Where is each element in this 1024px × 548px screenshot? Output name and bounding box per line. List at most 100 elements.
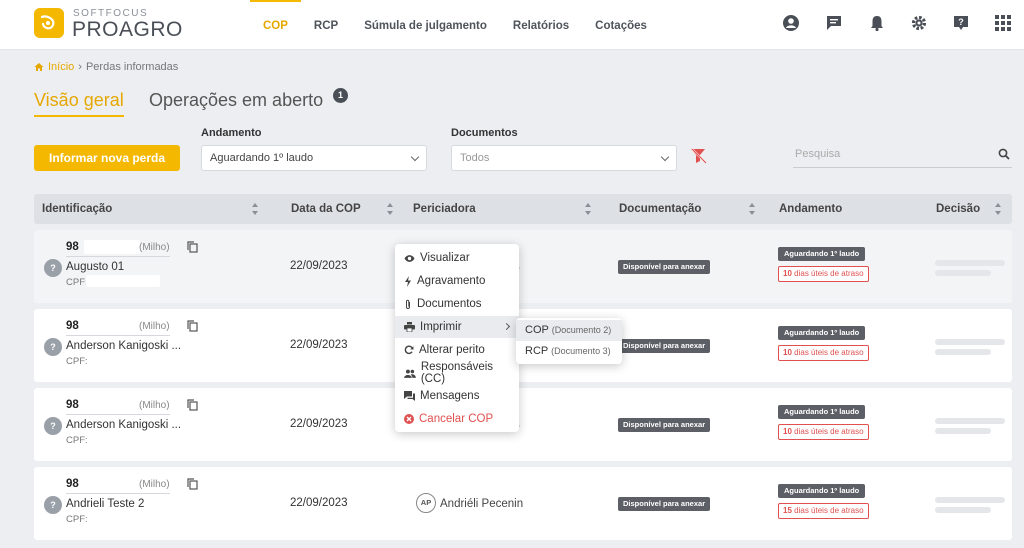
submenu-detail: (Documento 2) xyxy=(551,325,612,335)
row-cpf: CPF: xyxy=(66,277,88,288)
breadcrumb-separator: › xyxy=(78,61,82,73)
doc-status-badge: Disponível para anexar xyxy=(618,260,711,274)
user-circle-icon[interactable] xyxy=(780,12,802,34)
submenu-detail: (Documento 3) xyxy=(551,346,611,356)
menu-item-imprimir[interactable]: Imprimir xyxy=(395,316,519,338)
menu-item-label: Documentos xyxy=(417,298,482,310)
tab-visao-geral[interactable]: Visão geral xyxy=(34,90,124,117)
chevron-down-icon xyxy=(660,152,670,161)
logo-title: PROAGRO xyxy=(72,18,183,41)
delay-badge: 15 dias úteis de atraso xyxy=(778,503,869,519)
table-row[interactable]: 98 (Milho) ? Andrieli Teste 2 CPF: 22/09… xyxy=(34,467,1012,540)
row-context-menu: Visualizar Agravamento Documentos Imprim… xyxy=(395,244,519,432)
submenu-item-cop[interactable]: COP (Documento 2) xyxy=(516,320,622,341)
delay-badge: 10 dias úteis de atraso xyxy=(778,345,869,361)
menu-item-label: Alterar perito xyxy=(419,344,485,356)
breadcrumb-current: Perdas informadas xyxy=(85,61,179,73)
unknown-status-icon: ? xyxy=(44,417,62,435)
menu-item-documentos[interactable]: Documentos xyxy=(395,293,519,315)
decision-placeholder xyxy=(935,507,991,513)
copy-icon[interactable] xyxy=(187,319,198,337)
sort-icon[interactable] xyxy=(252,203,259,215)
delay-badge: 10 dias úteis de atraso xyxy=(778,424,869,440)
sort-icon[interactable] xyxy=(995,203,1002,215)
menu-item-alterar-perito[interactable]: Alterar perito xyxy=(395,339,519,361)
clear-filter-icon[interactable] xyxy=(690,148,708,169)
row-divider xyxy=(66,414,170,415)
row-name: Andrieli Teste 2 xyxy=(66,498,145,510)
menu-item-responsaveis[interactable]: Responsáveis (CC) xyxy=(395,361,519,385)
help-icon[interactable]: ? xyxy=(950,12,972,34)
nav-cotacoes[interactable]: Cotações xyxy=(582,0,660,50)
perito-name: Andriéli Pecenin xyxy=(440,498,524,510)
sort-icon[interactable] xyxy=(585,203,592,215)
andamento-label: Andamento xyxy=(201,127,262,139)
search-icon[interactable] xyxy=(998,148,1010,160)
unknown-status-icon: ? xyxy=(44,496,62,514)
documentos-select[interactable]: Todos xyxy=(451,145,677,171)
row-id: 98 xyxy=(66,478,79,490)
decision-placeholder xyxy=(935,418,1005,424)
menu-item-cancelar-cop[interactable]: Cancelar COP xyxy=(395,408,519,430)
delay-text: dias úteis de atraso xyxy=(794,427,864,436)
col-documentacao[interactable]: Documentação xyxy=(619,194,701,224)
paperclip-icon xyxy=(406,299,410,309)
unknown-status-icon: ? xyxy=(44,259,62,277)
decision-placeholder xyxy=(935,270,991,276)
row-date: 22/09/2023 xyxy=(290,418,348,430)
decision-placeholder xyxy=(935,339,1005,345)
decision-placeholder xyxy=(935,497,1005,503)
sort-icon[interactable] xyxy=(387,203,394,215)
doc-status-badge: Disponível para anexar xyxy=(618,497,711,511)
breadcrumb: Início › Perdas informadas xyxy=(34,61,178,73)
col-identificacao[interactable]: Identificação xyxy=(42,194,112,224)
gear-icon[interactable] xyxy=(908,12,930,34)
search-input[interactable]: Pesquisa xyxy=(793,144,1012,168)
col-andamento[interactable]: Andamento xyxy=(779,194,842,224)
row-crop: (Milho) xyxy=(139,400,170,411)
copy-icon[interactable] xyxy=(187,477,198,495)
menu-item-visualizar[interactable]: Visualizar xyxy=(395,247,519,269)
delay-text: dias úteis de atraso xyxy=(794,348,864,357)
informar-nova-perda-button[interactable]: Informar nova perda xyxy=(34,145,180,171)
delay-text: dias úteis de atraso xyxy=(794,506,864,515)
andamento-badge: Aguardando 1º laudo xyxy=(778,326,866,340)
row-cpf: CPF: xyxy=(66,435,88,446)
andamento-value: Aguardando 1º laudo xyxy=(210,152,314,164)
main-nav: COP RCP Súmula de julgamento Relatórios … xyxy=(250,0,660,50)
tab-operacoes-em-aberto[interactable]: Operações em aberto xyxy=(149,90,323,111)
svg-text:?: ? xyxy=(958,17,964,27)
nav-cop[interactable]: COP xyxy=(250,0,301,50)
chat-icon xyxy=(404,391,415,401)
copy-icon[interactable] xyxy=(187,240,198,258)
delay-days: 10 xyxy=(783,348,792,357)
row-divider xyxy=(66,493,170,494)
nav-rcp[interactable]: RCP xyxy=(301,0,351,50)
copy-icon[interactable] xyxy=(187,398,198,416)
col-periciadora[interactable]: Periciadora xyxy=(413,194,476,224)
delay-days: 15 xyxy=(783,506,792,515)
sort-icon[interactable] xyxy=(749,203,756,215)
table-row[interactable]: 98 (Milho) ? Augusto 01 CPF: 22/09/2023 … xyxy=(34,230,1012,303)
row-cpf: CPF: xyxy=(66,356,88,367)
table-header: Identificação Data da COP Periciadora Do… xyxy=(34,194,1012,224)
bell-icon[interactable] xyxy=(866,12,888,34)
col-data-cop[interactable]: Data da COP xyxy=(291,194,361,224)
print-submenu: COP (Documento 2) RCP (Documento 3) xyxy=(516,318,622,364)
menu-item-label: Responsáveis (CC) xyxy=(420,361,494,385)
message-icon[interactable] xyxy=(823,12,845,34)
row-name: Anderson Kanigoski ... xyxy=(66,340,182,352)
menu-item-agravamento[interactable]: Agravamento xyxy=(395,270,519,292)
tab-count-badge: 1 xyxy=(333,88,348,103)
menu-item-mensagens[interactable]: Mensagens xyxy=(395,385,519,407)
andamento-select[interactable]: Aguardando 1º laudo xyxy=(201,145,427,171)
redaction xyxy=(84,240,140,254)
col-decisao[interactable]: Decisão xyxy=(936,194,980,224)
apps-grid-icon[interactable] xyxy=(992,12,1014,34)
table-row[interactable]: 98 (Milho) ? Anderson Kanigoski ... CPF:… xyxy=(34,388,1012,461)
nav-sumula[interactable]: Súmula de julgamento xyxy=(351,0,500,50)
submenu-item-rcp[interactable]: RCP (Documento 3) xyxy=(516,341,622,362)
nav-relatorios[interactable]: Relatórios xyxy=(500,0,582,50)
breadcrumb-home[interactable]: Início xyxy=(48,61,74,73)
chevron-right-icon xyxy=(502,322,511,331)
